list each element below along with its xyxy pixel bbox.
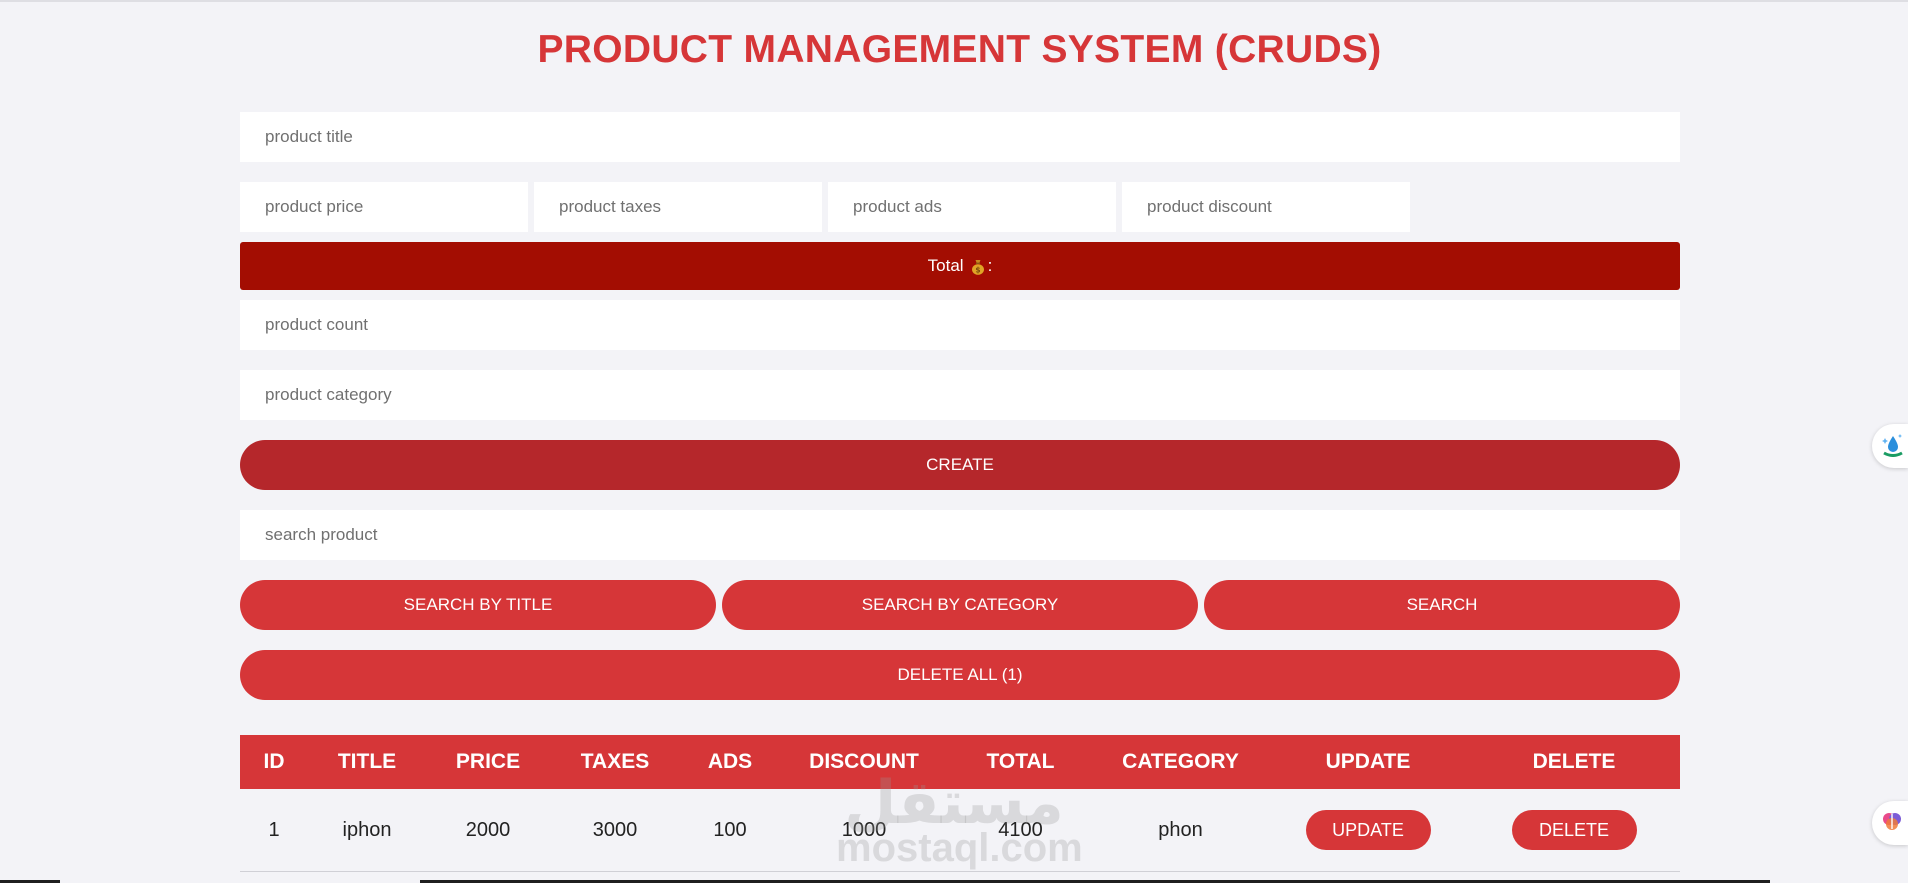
create-button[interactable]: CREATE [240,440,1680,490]
header-taxes: TAXES [580,750,650,773]
brain-icon [1880,809,1904,838]
total-display: Total $ : [240,242,1680,290]
product-title-input[interactable] [240,112,1680,162]
product-price-input[interactable] [240,182,528,232]
products-table: ID TITLE PRICE TAXES ADS DISCOUNT TOTAL … [240,735,1680,872]
header-id: ID [263,750,285,773]
header-total: TOTAL [986,750,1055,773]
header-price: PRICE [455,750,521,773]
cell-title: iphon [308,789,426,872]
search-button[interactable]: SEARCH [1204,580,1680,630]
product-discount-input[interactable] [1122,182,1410,232]
floating-brain-widget[interactable] [1872,801,1908,845]
page-title: PRODUCT MANAGEMENT SYSTEM (CRUDS) [537,28,1382,71]
header-ads: ADS [707,750,753,773]
products-table-wrapper: ID TITLE PRICE TAXES ADS DISCOUNT TOTAL … [240,735,1680,872]
cell-taxes: 3000 [550,789,680,872]
product-category-input[interactable] [240,370,1680,420]
header-discount: DISCOUNT [809,750,919,773]
total-suffix: : [987,256,993,275]
delete-all-button[interactable]: DELETE ALL (1) [240,650,1680,700]
cell-discount: 1000 [780,789,948,872]
product-count-input[interactable] [240,300,1680,350]
product-ads-input[interactable] [828,182,1116,232]
total-label: Total [927,256,964,275]
table-row: 1 iphon 2000 3000 100 1000 4100 phon UPD… [240,789,1680,872]
cell-category: phon [1093,789,1268,872]
header-category: CATEGORY [1122,750,1239,773]
cell-update: UPDATE [1268,789,1468,872]
header-delete: DELETE [1532,750,1616,773]
cell-id: 1 [240,789,308,872]
search-by-category-button[interactable]: SEARCH BY CATEGORY [722,580,1198,630]
floating-extension-widget[interactable] [1872,424,1908,468]
droplet-sparkle-icon [1880,431,1906,462]
top-border [0,0,1908,2]
delete-row-button[interactable]: DELETE [1511,810,1637,850]
search-by-title-button[interactable]: SEARCH BY TITLE [240,580,716,630]
update-row-button[interactable]: UPDATE [1305,810,1431,850]
cell-delete: DELETE [1468,789,1680,872]
cell-price: 2000 [426,789,550,872]
header-title: TITLE [337,750,397,773]
header-update: UPDATE [1325,750,1411,773]
cell-total: 4100 [948,789,1093,872]
table-header-row: ID TITLE PRICE TAXES ADS DISCOUNT TOTAL … [240,735,1680,789]
svg-text:$: $ [975,265,980,274]
cell-ads: 100 [680,789,780,872]
product-taxes-input[interactable] [534,182,822,232]
search-input[interactable] [240,510,1680,560]
money-bag-icon: $ [971,259,985,275]
